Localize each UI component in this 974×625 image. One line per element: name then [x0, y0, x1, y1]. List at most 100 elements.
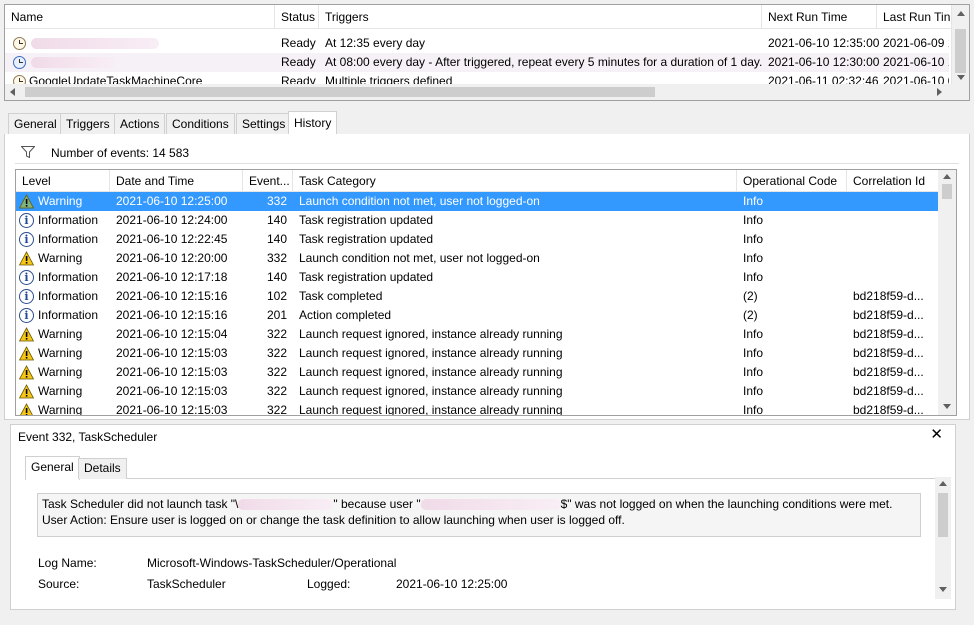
scroll-thumb[interactable] — [938, 493, 948, 537]
warning-icon — [20, 403, 33, 415]
column-header-last-run[interactable]: Last Run Tin — [877, 5, 957, 29]
event-category: Task registration updated — [299, 232, 434, 246]
tab-detail-general[interactable]: General — [25, 456, 80, 480]
column-header-event-id[interactable]: Event... — [243, 170, 293, 192]
event-id: 322 — [266, 327, 287, 341]
event-list-scrollbar[interactable] — [938, 170, 956, 415]
tab-history[interactable]: History — [288, 111, 338, 136]
event-row[interactable]: Warning 2021-06-10 12:15:03 322 Launch requ… — [16, 344, 940, 363]
task-last-run: 2021-06-10 1 — [883, 55, 949, 69]
event-date: 2021-06-10 12:25:00 — [116, 194, 228, 208]
column-header-status[interactable]: Status — [275, 5, 319, 29]
event-correlation-id: bd218f59-d... — [853, 308, 924, 322]
tab-settings[interactable]: Settings — [236, 113, 292, 135]
event-date: 2021-06-10 12:15:04 — [116, 327, 228, 341]
event-category: Task completed — [299, 289, 383, 303]
warning-icon — [19, 346, 34, 361]
task-properties-tabs: General Triggers Actions Conditions Sett… — [4, 111, 970, 136]
column-header-date[interactable]: Date and Time — [110, 170, 243, 192]
task-list[interactable]: Name Status Triggers Next Run Time Last … — [4, 4, 970, 101]
task-row[interactable]: Ready At 08:00 every day - After trigger… — [5, 53, 949, 72]
event-opcode: Info — [743, 327, 764, 341]
tab-detail-details[interactable]: Details — [78, 458, 127, 479]
tab-actions[interactable]: Actions — [114, 113, 166, 135]
scroll-up-icon[interactable] — [957, 11, 965, 16]
event-date: 2021-06-10 12:15:16 — [116, 289, 228, 303]
event-opcode: Info — [743, 213, 764, 227]
column-header-task-category[interactable]: Task Category — [293, 170, 737, 192]
event-category: Launch request ignored, instance already… — [299, 403, 563, 416]
event-id: 322 — [266, 403, 287, 416]
event-correlation-id — [847, 192, 940, 211]
close-icon[interactable]: ✕ — [930, 427, 943, 443]
information-icon: i — [19, 232, 34, 247]
event-list[interactable]: Level Date and Time Event... Task Catego… — [15, 169, 957, 416]
tab-conditions[interactable]: Conditions — [166, 113, 235, 135]
redacted-task-name — [238, 499, 334, 511]
event-date: 2021-06-10 12:15:03 — [116, 403, 228, 416]
redacted-name — [31, 57, 115, 68]
event-date: 2021-06-10 12:15:03 — [116, 384, 228, 398]
warning-icon — [19, 384, 34, 399]
event-description[interactable]: Task Scheduler did not launch task "\ " b… — [37, 493, 921, 537]
scroll-thumb[interactable] — [955, 29, 966, 73]
event-id: 140 — [266, 232, 287, 246]
information-icon: i — [19, 289, 34, 304]
event-row[interactable]: Warning 2021-06-10 12:15:03 322 Launch requ… — [16, 382, 940, 401]
tab-triggers[interactable]: Triggers — [60, 113, 116, 135]
log-name-value: Microsoft-Windows-TaskScheduler/Operatio… — [147, 556, 397, 570]
column-header-next-run[interactable]: Next Run Time — [762, 5, 877, 29]
event-id: 201 — [266, 308, 287, 322]
scroll-thumb[interactable] — [25, 87, 655, 97]
scroll-right-icon[interactable] — [937, 88, 942, 96]
task-list-vertical-scrollbar[interactable] — [951, 5, 969, 85]
event-row[interactable]: Information i 2021-06-10 12:17:18 140 Task r… — [16, 268, 940, 287]
event-opcode: Info — [743, 251, 764, 265]
event-row[interactable]: Warning 2021-06-10 12:15:03 322 Launch requ… — [16, 401, 940, 416]
log-name-label: Log Name: — [38, 556, 97, 570]
description-line-2: User Action: Ensure user is logged on or… — [42, 513, 625, 527]
tab-general[interactable]: General — [8, 113, 63, 135]
scroll-down-icon[interactable] — [943, 404, 951, 409]
column-header-operational-code[interactable]: Operational Code — [737, 170, 847, 192]
column-header-correlation-id[interactable]: Correlation Id — [847, 170, 940, 192]
task-status: Ready — [281, 55, 316, 69]
event-detail-title: Event 332, TaskScheduler — [18, 430, 158, 444]
event-date: 2021-06-10 12:20:00 — [116, 251, 228, 265]
event-opcode: Info — [743, 194, 764, 208]
event-correlation-id: bd218f59-d... — [853, 289, 924, 303]
column-header-level[interactable]: Level — [16, 170, 110, 192]
event-id: 102 — [266, 289, 287, 303]
event-correlation-id: bd218f59-d... — [853, 403, 924, 416]
event-row[interactable]: Information i 2021-06-10 12:22:45 140 Task r… — [16, 230, 940, 249]
column-header-name[interactable]: Name — [5, 5, 275, 29]
event-row[interactable]: Warning 2021-06-10 12:15:03 322 Launch requ… — [16, 363, 940, 382]
event-detail-scrollbar[interactable] — [935, 477, 951, 599]
redacted-user-name — [420, 499, 561, 511]
history-panel: Number of events: 14 583 Level Date and … — [4, 134, 970, 420]
scroll-left-icon[interactable] — [10, 88, 15, 96]
event-row[interactable]: Warning 2021-06-10 12:20:00 332 Launch cond… — [16, 249, 940, 268]
source-label: Source: — [38, 577, 80, 591]
scroll-up-icon[interactable] — [943, 174, 951, 179]
warning-icon — [19, 194, 34, 209]
event-id: 332 — [266, 251, 287, 265]
scroll-down-icon[interactable] — [939, 587, 947, 592]
task-list-horizontal-scrollbar[interactable] — [5, 84, 951, 100]
scroll-down-icon[interactable] — [957, 75, 965, 80]
event-row[interactable]: Information i 2021-06-10 12:24:00 140 Task r… — [16, 211, 940, 230]
scroll-up-icon[interactable] — [939, 481, 947, 486]
event-row[interactable]: Information i 2021-06-10 12:15:16 102 Task c… — [16, 287, 940, 306]
event-row[interactable]: Information i 2021-06-10 12:15:16 201 Action… — [16, 306, 940, 325]
event-row[interactable]: Warning 2021-06-10 12:25:00 332 Launch cond… — [16, 192, 940, 211]
filter-bar: Number of events: 14 583 — [15, 142, 959, 164]
scroll-thumb[interactable] — [942, 184, 952, 199]
task-next-run: 2021-06-10 12:35:00 — [768, 36, 880, 50]
task-row[interactable]: Ready At 12:35 every day 2021-06-10 12:3… — [5, 34, 949, 53]
filter-funnel-icon[interactable] — [21, 146, 35, 158]
event-row[interactable]: Warning 2021-06-10 12:15:04 322 Launch requ… — [16, 325, 940, 344]
warning-icon — [19, 251, 34, 266]
column-header-triggers[interactable]: Triggers — [319, 5, 762, 29]
event-correlation-id — [847, 230, 940, 249]
event-date: 2021-06-10 12:15:16 — [116, 308, 228, 322]
